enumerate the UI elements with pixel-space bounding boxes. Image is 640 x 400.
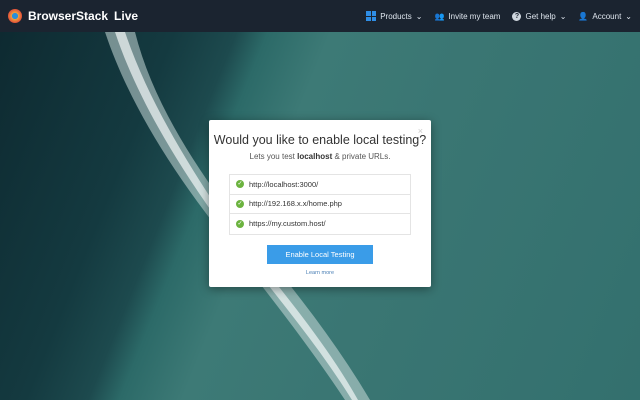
modal-subtitle: Lets you test localhost & private URLs.: [249, 152, 391, 161]
browserstack-logo-icon[interactable]: [8, 9, 22, 23]
check-icon: ✓: [236, 219, 244, 228]
url-text: http://192.168.x.x/home.php: [249, 199, 342, 209]
url-text: http://localhost:3000/: [249, 179, 319, 189]
nav-label: Account: [592, 11, 622, 21]
list-item: ✓ https://my.custom.host/: [230, 214, 410, 234]
nav-account[interactable]: 👤 Account ⌄: [578, 12, 632, 21]
check-icon: ✓: [236, 199, 244, 208]
nav-label: Products: [380, 11, 412, 21]
grid-icon: [366, 11, 377, 21]
nav-invite-team[interactable]: 👥 Invite my team: [434, 12, 500, 21]
chevron-down-icon: ⌄: [415, 11, 423, 21]
learn-more-link[interactable]: Learn more: [209, 270, 431, 276]
top-navbar: BrowserStack Live Products ⌄ 👥 Invite my t…: [0, 0, 640, 32]
close-icon[interactable]: ×: [418, 126, 423, 136]
product-name: Live: [114, 9, 139, 23]
chevron-down-icon: ⌄: [559, 11, 567, 21]
brand-name[interactable]: BrowserStack: [28, 9, 108, 23]
url-text: https://my.custom.host/: [249, 219, 326, 229]
nav-get-help[interactable]: ? Get help ⌄: [512, 11, 567, 21]
url-list: ✓ http://localhost:3000/ ✓ http://192.168.…: [229, 174, 411, 235]
chevron-down-icon: ⌄: [625, 11, 632, 21]
list-item: ✓ http://192.168.x.x/home.php: [230, 195, 410, 214]
user-icon: 👤: [578, 11, 589, 21]
invite-user-icon: 👥: [434, 11, 445, 21]
check-icon: ✓: [236, 180, 244, 189]
enable-local-testing-button[interactable]: Enable Local Testing: [267, 244, 373, 264]
modal-title: Would you like to enable local testing?: [213, 133, 427, 147]
nav-label: Get help: [525, 11, 556, 21]
nav-label: Invite my team: [448, 11, 501, 21]
nav-products[interactable]: Products ⌄: [366, 11, 422, 21]
list-item: ✓ http://localhost:3000/: [230, 175, 410, 195]
local-testing-modal: × Would you like to enable local testing…: [209, 120, 431, 287]
help-icon: ?: [512, 11, 522, 21]
